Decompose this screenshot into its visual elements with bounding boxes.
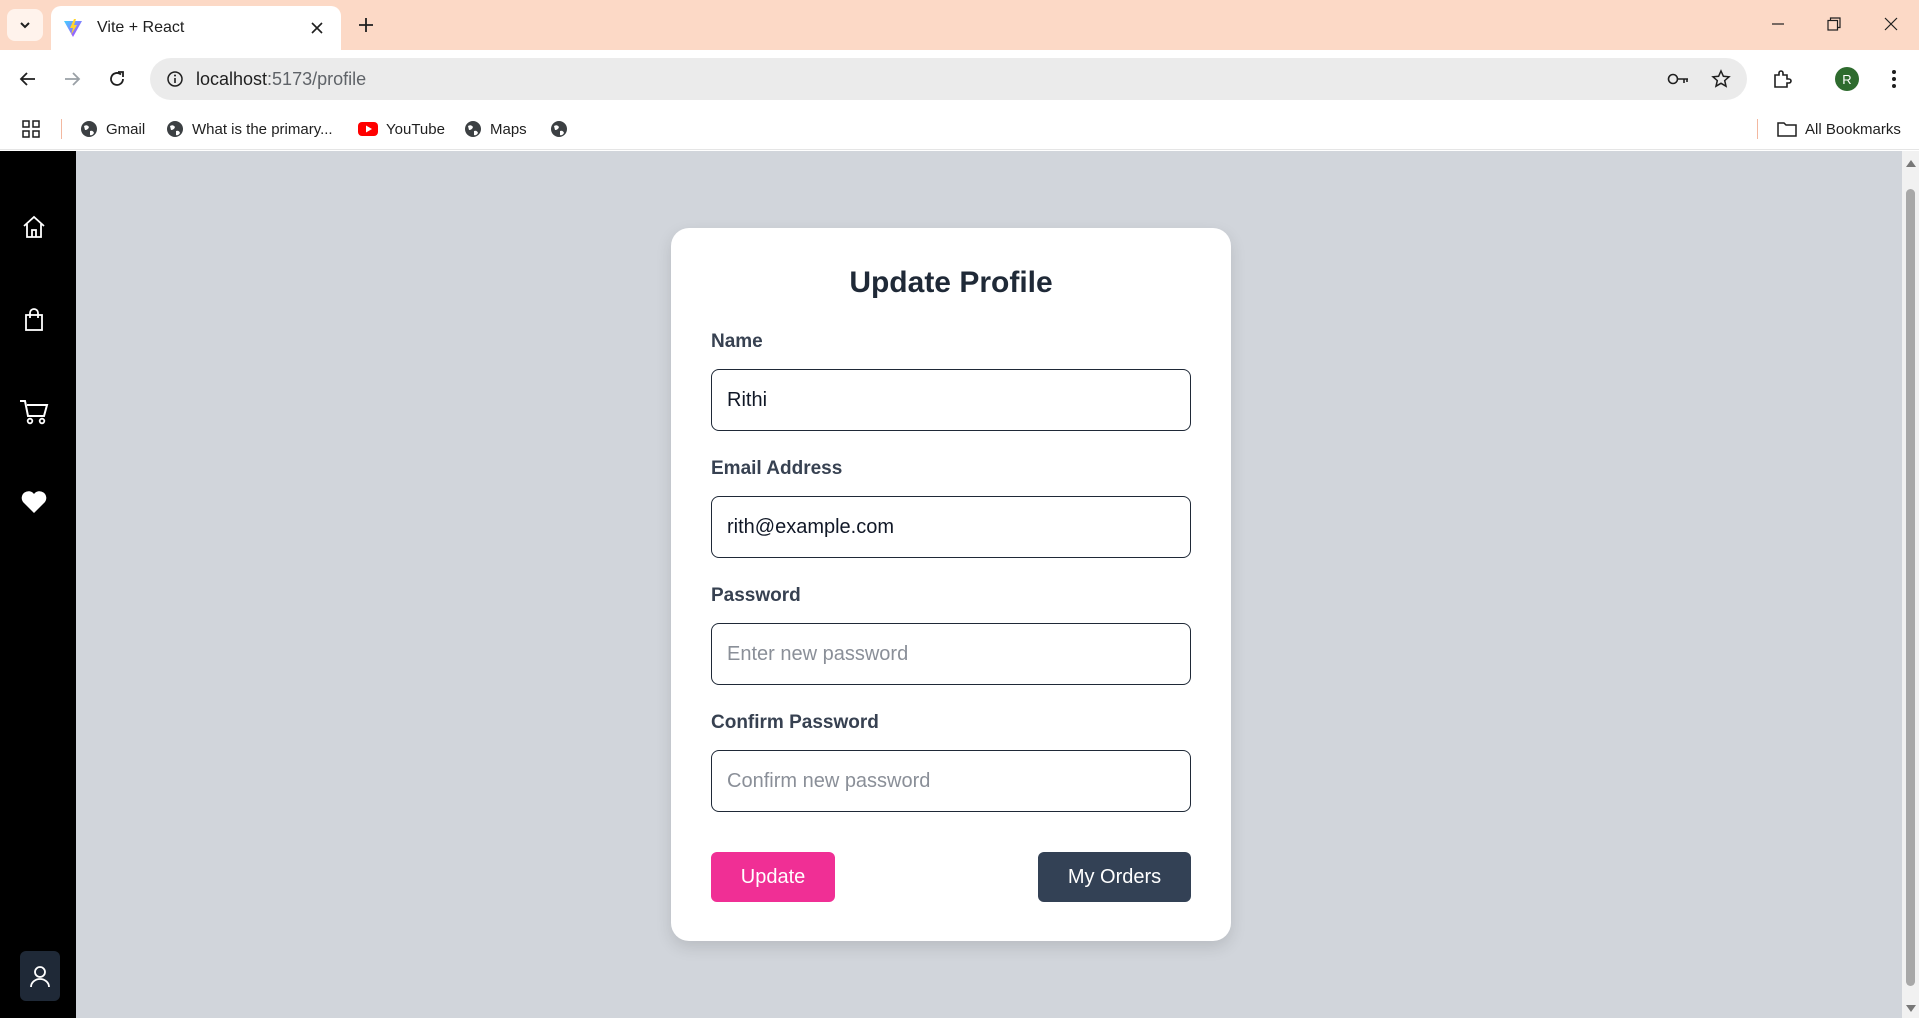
bookmark-untitled[interactable] xyxy=(550,117,576,141)
bookmark-maps[interactable]: Maps xyxy=(464,117,527,141)
all-bookmarks-label: All Bookmarks xyxy=(1805,120,1901,138)
update-profile-card: Update Profile Name Email Address Passwo… xyxy=(671,228,1231,941)
my-orders-button[interactable]: My Orders xyxy=(1038,852,1191,902)
scroll-up-arrow-icon[interactable] xyxy=(1905,157,1916,168)
tab-bar: Vite + React xyxy=(0,0,1919,50)
scrollbar-thumb[interactable] xyxy=(1906,189,1915,986)
email-input[interactable] xyxy=(711,496,1191,558)
url-host: localhost xyxy=(196,69,268,89)
cart-icon[interactable] xyxy=(18,396,50,428)
bookmark-label: Gmail xyxy=(106,120,146,138)
extensions-icon[interactable] xyxy=(1766,63,1798,95)
password-key-icon[interactable] xyxy=(1663,64,1693,94)
back-icon[interactable] xyxy=(12,63,44,95)
tab-search-button[interactable] xyxy=(7,9,43,41)
address-bar[interactable]: localhost:5173/profile xyxy=(150,58,1747,100)
bookmarks-divider xyxy=(1757,119,1758,139)
bookmark-youtube[interactable]: YouTube xyxy=(358,117,445,141)
bookmark-what-is-the-primary[interactable]: What is the primary... xyxy=(166,117,333,141)
url-path: :5173/profile xyxy=(267,69,367,89)
url-text[interactable]: localhost:5173/profile xyxy=(196,58,366,100)
page-title: Update Profile xyxy=(849,266,1053,299)
profile-initial: R xyxy=(1835,67,1859,91)
new-tab-icon[interactable] xyxy=(352,11,380,39)
user-icon xyxy=(30,966,50,988)
password-input[interactable] xyxy=(711,623,1191,685)
bookmark-gmail[interactable]: Gmail xyxy=(80,117,145,141)
globe-icon xyxy=(465,121,481,137)
reload-icon[interactable] xyxy=(101,63,133,95)
minimize-icon[interactable] xyxy=(1754,8,1802,40)
sidebar xyxy=(0,151,76,1018)
bookmark-label: Maps xyxy=(490,120,527,138)
home-icon[interactable] xyxy=(18,211,50,243)
browser-tab[interactable]: Vite + React xyxy=(51,6,341,50)
heart-icon[interactable] xyxy=(18,486,50,518)
globe-icon xyxy=(551,121,567,137)
forward-icon[interactable] xyxy=(56,63,88,95)
vite-logo-icon xyxy=(63,17,85,39)
page-content: Update Profile Name Email Address Passwo… xyxy=(0,151,1919,1018)
chevron-down-icon xyxy=(20,22,30,29)
bookmark-label: YouTube xyxy=(386,120,445,138)
tab-title: Vite + React xyxy=(97,19,185,36)
close-window-icon[interactable] xyxy=(1867,8,1915,40)
globe-icon xyxy=(81,121,97,137)
user-profile-button[interactable] xyxy=(20,951,60,1001)
shopping-bag-icon[interactable] xyxy=(18,304,50,336)
confirm-password-label: Confirm Password xyxy=(711,712,879,733)
update-button[interactable]: Update xyxy=(711,852,835,902)
menu-kebab-icon[interactable] xyxy=(1878,63,1910,95)
name-input[interactable] xyxy=(711,369,1191,431)
bookmarks-bar: Gmail What is the primary... YouTube Map… xyxy=(0,108,1919,150)
apps-grid-icon[interactable] xyxy=(22,117,48,141)
email-label: Email Address xyxy=(711,458,843,479)
site-info-icon[interactable] xyxy=(160,64,190,94)
bookmark-label: What is the primary... xyxy=(192,120,333,138)
restore-icon[interactable] xyxy=(1810,8,1858,40)
close-tab-icon[interactable] xyxy=(305,16,329,40)
folder-icon xyxy=(1777,122,1797,137)
name-label: Name xyxy=(711,331,763,352)
youtube-icon xyxy=(358,122,378,136)
all-bookmarks[interactable]: All Bookmarks xyxy=(1777,117,1901,141)
globe-icon xyxy=(167,121,183,137)
confirm-password-input[interactable] xyxy=(711,750,1191,812)
page-scrollbar[interactable] xyxy=(1902,151,1919,1018)
browser-toolbar: localhost:5173/profile R xyxy=(0,50,1919,108)
bookmarks-divider xyxy=(61,119,62,139)
profile-avatar[interactable]: R xyxy=(1831,63,1863,95)
bookmark-star-icon[interactable] xyxy=(1706,64,1736,94)
password-label: Password xyxy=(711,585,801,606)
scroll-down-arrow-icon[interactable] xyxy=(1905,1003,1916,1014)
